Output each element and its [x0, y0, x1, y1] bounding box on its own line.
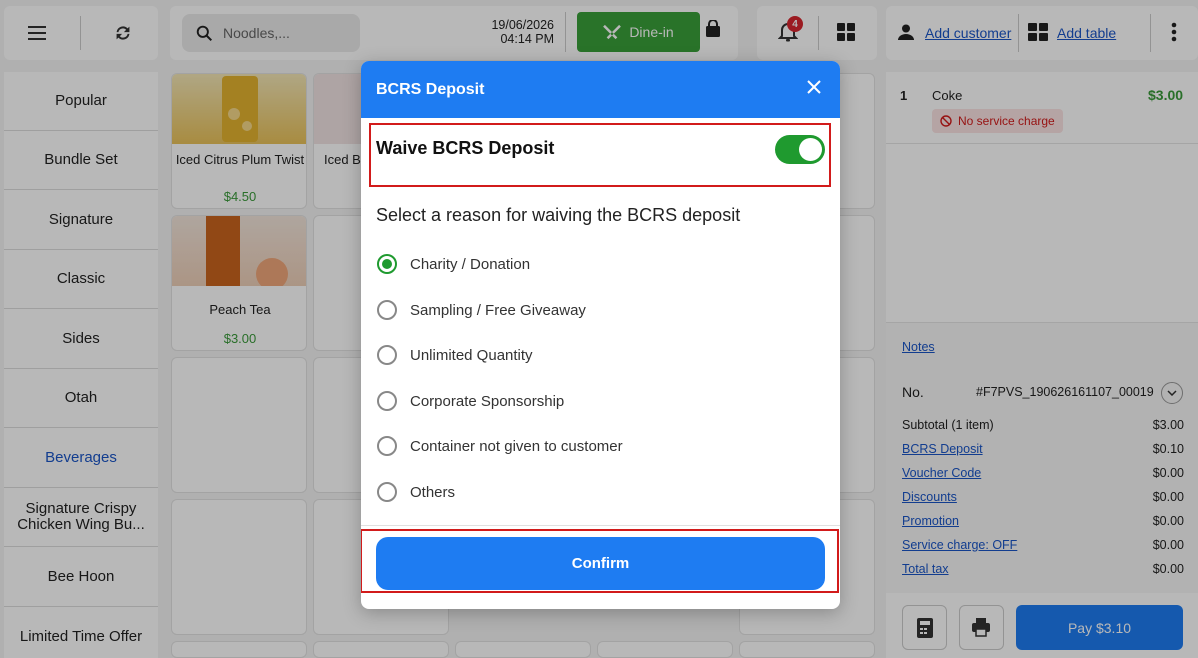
toggle-knob	[799, 138, 822, 161]
dialog-title: BCRS Deposit	[376, 80, 485, 98]
reason-title: Select a reason for waiving the BCRS dep…	[376, 205, 741, 225]
reason-option-charity[interactable]: Charity / Donation	[377, 254, 530, 274]
reason-option-sampling[interactable]: Sampling / Free Giveaway	[377, 300, 586, 320]
divider	[361, 525, 840, 526]
dialog-header: BCRS Deposit	[361, 61, 840, 118]
radio-button[interactable]	[377, 300, 397, 320]
radio-button[interactable]	[377, 482, 397, 502]
radio-button[interactable]	[377, 391, 397, 411]
bcrs-deposit-dialog: BCRS Deposit Waive BCRS Deposit Select a…	[361, 61, 840, 609]
waive-toggle[interactable]	[775, 135, 825, 164]
radio-button[interactable]	[377, 345, 397, 365]
reason-option-others[interactable]: Others	[377, 482, 455, 502]
close-icon[interactable]	[806, 79, 826, 99]
waive-label: Waive BCRS Deposit	[376, 138, 555, 158]
reason-option-corporate[interactable]: Corporate Sponsorship	[377, 391, 564, 411]
confirm-button[interactable]: Confirm	[376, 537, 825, 590]
radio-button[interactable]	[377, 436, 397, 456]
radio-button[interactable]	[377, 254, 397, 274]
reason-option-unlimited[interactable]: Unlimited Quantity	[377, 345, 533, 365]
reason-option-container[interactable]: Container not given to customer	[377, 436, 623, 456]
